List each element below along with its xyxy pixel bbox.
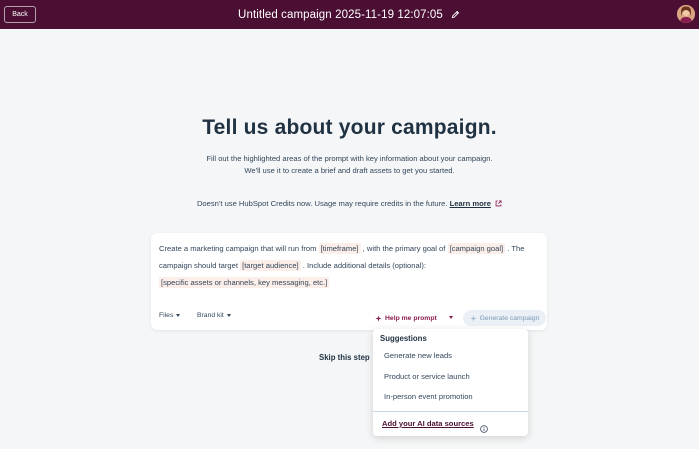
suggestion-item[interactable]: Generate new leads — [384, 351, 452, 360]
top-bar: Back Untitled campaign 2025-11-19 12:07:… — [0, 0, 699, 29]
generate-campaign-button[interactable]: Generate campaign — [463, 310, 546, 326]
sparkle-icon — [375, 314, 382, 322]
prompt-part-2: , with the primary goal of — [362, 244, 446, 253]
page-subtitle: Fill out the highlighted areas of the pr… — [0, 153, 699, 177]
help-me-prompt-label: Help me prompt — [385, 314, 437, 322]
details-token[interactable]: [specific assets or channels, key messag… — [159, 276, 330, 288]
brand-kit-label: Brand kit — [197, 312, 224, 319]
suggestions-dropdown: Suggestions Generate new leads Product o… — [373, 329, 528, 436]
prompt-card: Create a marketing campaign that will ru… — [151, 233, 547, 330]
prompt-text[interactable]: Create a marketing campaign that will ru… — [159, 241, 543, 291]
files-dropdown[interactable]: Files — [159, 312, 181, 319]
brand-kit-dropdown[interactable]: Brand kit — [197, 312, 231, 319]
pencil-icon[interactable] — [451, 10, 461, 20]
subtitle-line-1: Fill out the highlighted areas of the pr… — [206, 154, 493, 163]
campaign-title: Untitled campaign 2025-11-19 12:07:05 — [238, 8, 443, 21]
sparkle-icon — [470, 314, 477, 322]
help-caret-down-icon[interactable] — [449, 316, 453, 319]
suggestions-heading: Suggestions — [380, 334, 427, 343]
suggestion-item[interactable]: In-person event promotion — [384, 392, 473, 401]
page-title: Tell us about your campaign. — [202, 116, 497, 139]
skip-step-link[interactable]: Skip this step — [319, 353, 370, 362]
generate-campaign-label: Generate campaign — [479, 314, 540, 322]
timeframe-token[interactable]: [timeframe] — [318, 243, 361, 254]
caret-down-icon — [226, 314, 231, 317]
prompt-part-4: . Include additional details (optional): — [302, 260, 427, 270]
user-avatar[interactable] — [677, 5, 695, 23]
credits-notice: Doesn't use HubSpot Credits now. Usage m… — [0, 199, 699, 209]
credits-text: Doesn't use HubSpot Credits now. Usage m… — [196, 199, 448, 208]
external-link-icon[interactable] — [495, 200, 502, 209]
learn-more-link[interactable]: Learn more — [450, 199, 491, 208]
caret-down-icon — [176, 314, 181, 317]
help-me-prompt-button[interactable]: Help me prompt — [375, 311, 437, 325]
prompt-toolbar: Files Brand kit Help me prompt Generate … — [159, 310, 546, 326]
add-ai-data-sources-link[interactable]: Add your AI data sources — [382, 419, 474, 428]
files-label: Files — [159, 312, 174, 319]
target-audience-token[interactable]: [target audience] — [240, 259, 301, 271]
divider — [373, 411, 528, 412]
suggestion-item[interactable]: Product or service launch — [384, 372, 470, 381]
campaign-title-area: Untitled campaign 2025-11-19 12:07:05 — [0, 0, 699, 29]
campaign-goal-token[interactable]: [campaign goal] — [447, 243, 506, 254]
info-icon[interactable] — [480, 420, 488, 433]
prompt-part-1: Create a marketing campaign that will ru… — [159, 244, 317, 253]
subtitle-line-2: We'll use it to create a brief and draft… — [244, 166, 455, 175]
